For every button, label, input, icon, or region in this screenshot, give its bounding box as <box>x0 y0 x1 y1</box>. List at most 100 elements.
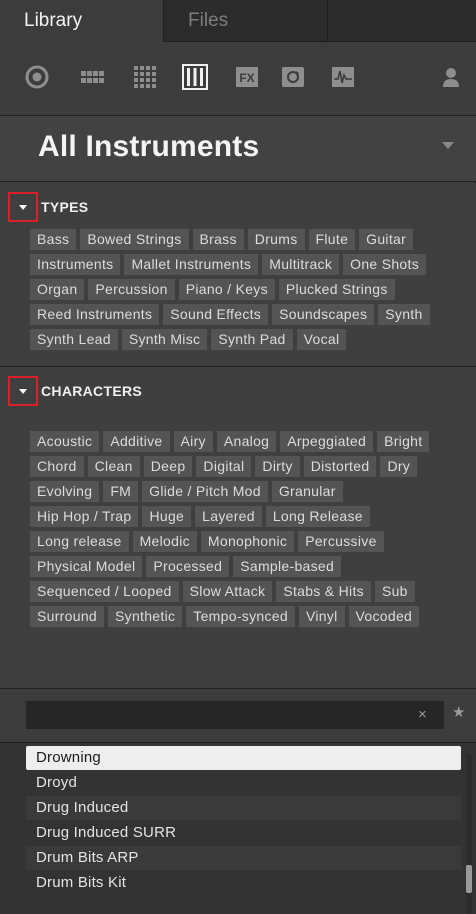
types-header: TYPES <box>8 191 88 223</box>
sound-icon[interactable] <box>130 62 160 92</box>
tag-chip[interactable]: Digital <box>196 456 252 477</box>
tag-chip[interactable]: Clean <box>87 456 140 477</box>
result-item[interactable]: Drug Induced SURR <box>26 821 461 845</box>
tag-chip[interactable]: Evolving <box>30 481 100 502</box>
star-icon[interactable]: ★ <box>452 703 465 721</box>
tag-chip[interactable]: Processed <box>146 556 230 577</box>
tag-chip[interactable]: Sound Effects <box>163 304 269 325</box>
types-tag-list: Bass Bowed Strings Brass Drums Flute Guitar In… <box>30 229 452 354</box>
category-dropdown[interactable]: All Instruments <box>0 116 476 182</box>
tag-chip[interactable]: Hip Hop / Trap <box>30 506 139 527</box>
tag-chip[interactable]: Brass <box>192 229 244 250</box>
tag-chip[interactable]: Instruments <box>30 254 121 275</box>
user-icon[interactable] <box>436 62 466 92</box>
tab-files[interactable]: Files <box>164 0 328 42</box>
instrument-icon[interactable] <box>180 62 210 92</box>
browser-panel: Library Files FX All Instruments TYPES B… <box>0 0 476 914</box>
tag-chip[interactable]: Vocal <box>296 329 347 350</box>
tag-chip[interactable]: Deep <box>143 456 193 477</box>
tag-chip[interactable]: Distorted <box>303 456 377 477</box>
preset-icon[interactable] <box>22 62 52 92</box>
tag-chip[interactable]: Granular <box>271 481 343 502</box>
tag-chip[interactable]: Sub <box>374 581 415 602</box>
characters-title: CHARACTERS <box>41 383 142 399</box>
tag-chip[interactable]: Surround <box>30 606 104 627</box>
tag-chip[interactable]: Monophonic <box>200 531 295 552</box>
tag-chip[interactable]: Percussive <box>298 531 384 552</box>
tag-chip[interactable]: Bass <box>30 229 77 250</box>
tag-chip[interactable]: Additive <box>103 431 170 452</box>
tag-chip[interactable]: Synth Lead <box>30 329 118 350</box>
tag-chip[interactable]: Analog <box>216 431 277 452</box>
tag-chip[interactable]: Piano / Keys <box>178 279 275 300</box>
result-item[interactable]: Droyd <box>26 771 461 795</box>
loop-icon[interactable] <box>278 62 308 92</box>
tag-chip[interactable]: Organ <box>30 279 85 300</box>
tag-chip[interactable]: Synth Misc <box>121 329 208 350</box>
tag-chip[interactable]: Guitar <box>359 229 414 250</box>
tag-chip[interactable]: Reed Instruments <box>30 304 160 325</box>
types-title: TYPES <box>41 199 89 215</box>
tag-chip[interactable]: Arpeggiated <box>280 431 374 452</box>
tag-chip[interactable]: Stabs & Hits <box>276 581 371 602</box>
tag-chip[interactable]: Plucked Strings <box>278 279 395 300</box>
characters-section: CHARACTERS Acoustic Additive Airy Analog Arp… <box>0 367 476 689</box>
content-type-toolbar: FX <box>0 42 476 116</box>
types-section: TYPES Bass Bowed Strings Brass Drums Flute Gu… <box>0 183 476 367</box>
tag-chip[interactable]: Bowed Strings <box>80 229 189 250</box>
group-icon[interactable] <box>78 62 108 92</box>
clear-icon[interactable]: × <box>418 706 427 723</box>
tag-chip[interactable]: Soundscapes <box>272 304 375 325</box>
scrollbar-thumb[interactable] <box>466 865 472 893</box>
tag-chip[interactable]: Dirty <box>255 456 300 477</box>
characters-collapse-toggle[interactable] <box>8 376 38 406</box>
tag-chip[interactable]: Bright <box>377 431 430 452</box>
tag-chip[interactable]: Synth Pad <box>211 329 293 350</box>
tag-chip[interactable]: Multitrack <box>262 254 340 275</box>
tag-chip[interactable]: Glide / Pitch Mod <box>142 481 268 502</box>
tag-chip[interactable]: Huge <box>142 506 192 527</box>
search-bar: × ★ <box>0 689 476 743</box>
tag-chip[interactable]: Airy <box>173 431 213 452</box>
tag-chip[interactable]: Dry <box>380 456 418 477</box>
tag-chip[interactable]: Drums <box>247 229 305 250</box>
tag-chip[interactable]: Layered <box>195 506 262 527</box>
results-list: Drowning Droyd Drug Induced Drug Induced SU… <box>0 743 476 914</box>
tag-chip[interactable]: Long release <box>30 531 129 552</box>
collapse-triangle-icon <box>19 388 27 394</box>
tag-chip[interactable]: Melodic <box>132 531 197 552</box>
characters-header: CHARACTERS <box>8 375 142 407</box>
fx-label: FX <box>239 71 254 85</box>
search-input[interactable] <box>26 701 444 729</box>
tag-chip[interactable]: Vocoded <box>348 606 420 627</box>
tag-chip[interactable]: Long Release <box>265 506 370 527</box>
tag-chip[interactable]: FM <box>103 481 139 502</box>
tag-chip[interactable]: Tempo-synced <box>186 606 295 627</box>
tag-chip[interactable]: Slow Attack <box>182 581 273 602</box>
tag-chip[interactable]: Percussion <box>88 279 175 300</box>
tag-chip[interactable]: Physical Model <box>30 556 143 577</box>
characters-tag-list: Acoustic Additive Airy Analog Arpeggiated Bri… <box>30 431 452 631</box>
result-item[interactable]: Drowning <box>26 746 461 770</box>
tag-chip[interactable]: Sample-based <box>233 556 342 577</box>
result-item[interactable]: Drug Induced <box>26 796 461 820</box>
result-item[interactable]: Drum Bits ARP <box>26 846 461 870</box>
tag-chip[interactable]: Vinyl <box>298 606 345 627</box>
tag-chip[interactable]: Chord <box>30 456 84 477</box>
result-item[interactable]: Drum Bits Kit <box>26 871 461 895</box>
tag-chip[interactable]: Flute <box>308 229 356 250</box>
tag-chip[interactable]: Mallet Instruments <box>124 254 259 275</box>
types-collapse-toggle[interactable] <box>8 192 38 222</box>
collapse-triangle-icon <box>19 204 27 210</box>
tag-chip[interactable]: Synth <box>378 304 430 325</box>
tag-chip[interactable]: One Shots <box>343 254 426 275</box>
tag-chip[interactable]: Sequenced / Looped <box>30 581 179 602</box>
results-scrollbar[interactable] <box>466 755 472 913</box>
effect-icon[interactable]: FX <box>232 62 262 92</box>
one-shot-icon[interactable] <box>328 62 358 92</box>
tag-chip[interactable]: Acoustic <box>30 431 100 452</box>
tag-chip[interactable]: Synthetic <box>108 606 183 627</box>
tab-library[interactable]: Library <box>0 0 164 42</box>
page-title: All Instruments <box>38 130 260 163</box>
chevron-down-icon <box>442 142 454 149</box>
